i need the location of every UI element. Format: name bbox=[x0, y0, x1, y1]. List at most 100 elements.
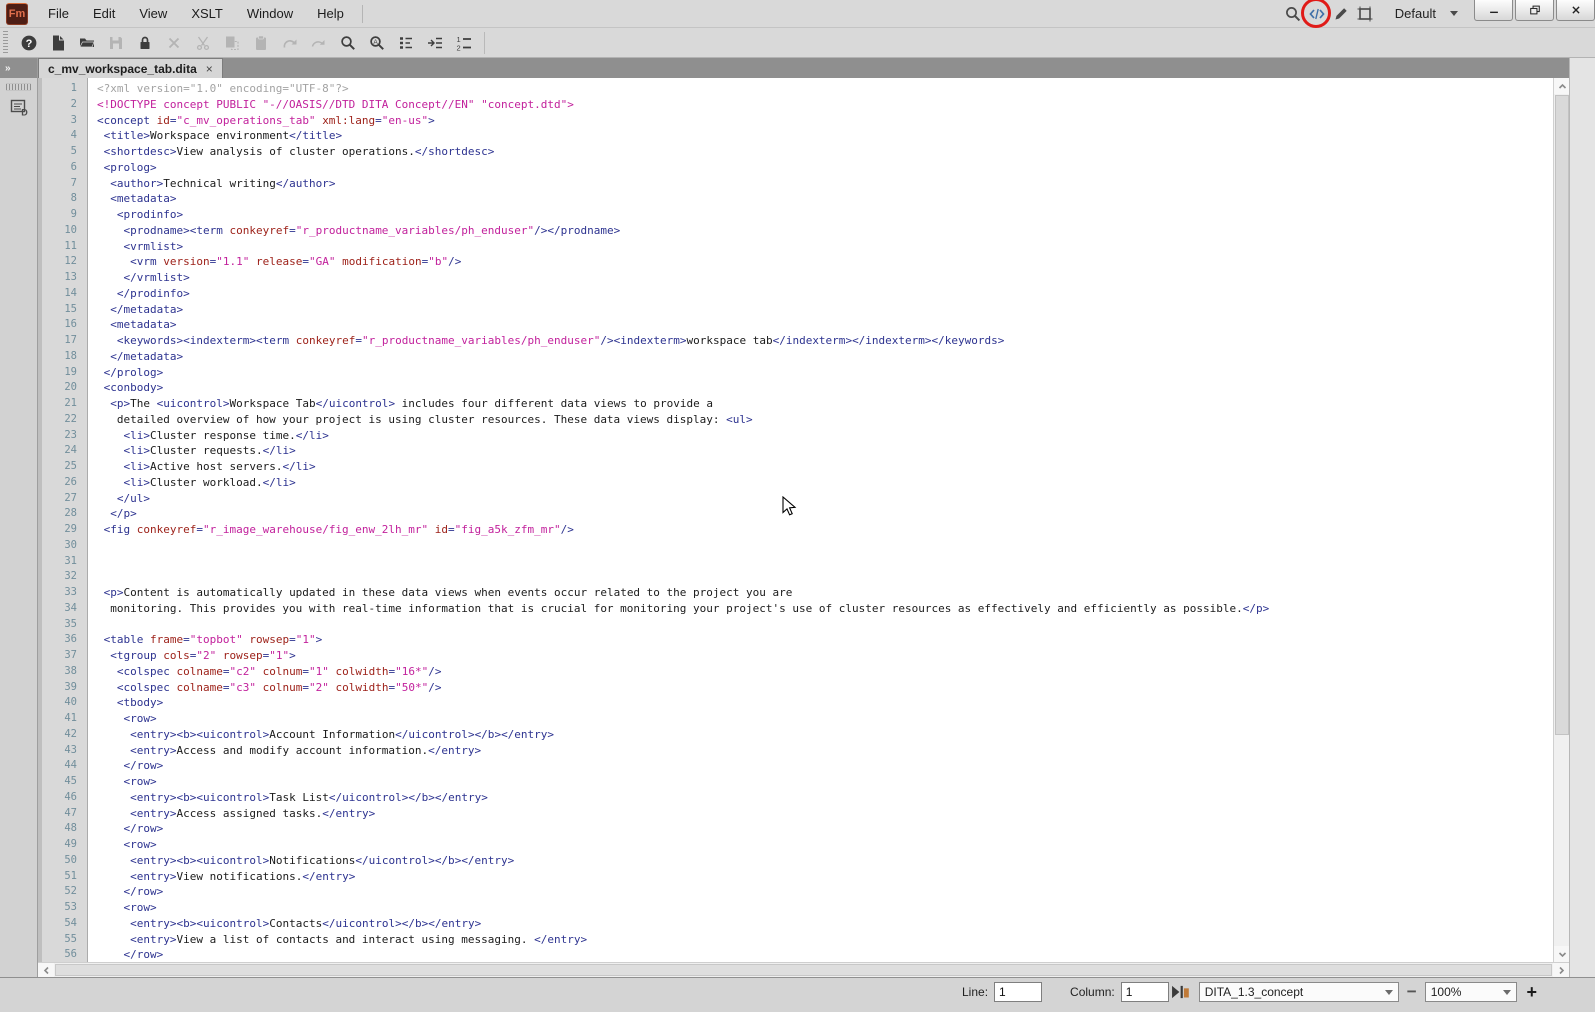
close-button[interactable] bbox=[1556, 0, 1595, 21]
column-number-input[interactable] bbox=[1120, 982, 1169, 1002]
code-line-38[interactable]: 38 <colspec colname="c2" colnum="1" colw… bbox=[38, 664, 1569, 680]
code-line-27[interactable]: 27 </ul> bbox=[38, 491, 1569, 507]
code-line-5[interactable]: 5 <shortdesc>View analysis of cluster op… bbox=[38, 144, 1569, 160]
code-line-55[interactable]: 55 <entry>View a list of contacts and in… bbox=[38, 932, 1569, 948]
code-line-28[interactable]: 28 </p> bbox=[38, 506, 1569, 522]
panel-grip[interactable] bbox=[6, 83, 31, 91]
code-line-32[interactable]: 32 bbox=[38, 569, 1569, 585]
help-button[interactable]: ? bbox=[14, 30, 43, 56]
xml-code-editor[interactable]: 1 <?xml version="1.0" encoding="UTF-8"?> 2… bbox=[38, 78, 1569, 962]
code-line-37[interactable]: 37 <tgroup cols="2" rowsep="1"> bbox=[38, 648, 1569, 664]
format-pen-icon[interactable] bbox=[1329, 2, 1353, 26]
code-line-20[interactable]: 20 <conbody> bbox=[38, 380, 1569, 396]
code-line-33[interactable]: 33 <p>Content is automatically updated i… bbox=[38, 585, 1569, 601]
element-catalog-button[interactable] bbox=[391, 30, 420, 56]
tab-close-icon[interactable]: × bbox=[206, 63, 213, 75]
framemaker-logo[interactable]: Fm bbox=[6, 2, 28, 25]
code-line-40[interactable]: 40 <tbody> bbox=[38, 695, 1569, 711]
code-line-51[interactable]: 51 <entry>View notifications.</entry> bbox=[38, 869, 1569, 885]
restore-button[interactable] bbox=[1515, 0, 1554, 21]
zoom-level-selector[interactable]: 100% bbox=[1424, 982, 1517, 1002]
code-line-9[interactable]: 9 <prodinfo> bbox=[38, 207, 1569, 223]
vertical-scrollbar[interactable] bbox=[1553, 78, 1569, 962]
smart-insert-button[interactable] bbox=[420, 30, 449, 56]
go-to-line-icon[interactable] bbox=[1169, 982, 1191, 1002]
code-line-42[interactable]: 42 <entry><b><uicontrol>Account Informat… bbox=[38, 727, 1569, 743]
find-change-button[interactable]: A bbox=[362, 30, 391, 56]
code-line-15[interactable]: 15 </metadata> bbox=[38, 302, 1569, 318]
code-line-52[interactable]: 52 </row> bbox=[38, 884, 1569, 900]
code-line-56[interactable]: 56 </row> bbox=[38, 947, 1569, 962]
zoom-in-button[interactable]: + bbox=[1517, 982, 1547, 1002]
code-line-24[interactable]: 24 <li>Cluster requests.</li> bbox=[38, 443, 1569, 459]
code-line-39[interactable]: 39 <colspec colname="c3" colnum="2" colw… bbox=[38, 680, 1569, 696]
code-line-47[interactable]: 47 <entry>Access assigned tasks.</entry> bbox=[38, 806, 1569, 822]
search-icon[interactable] bbox=[1281, 2, 1305, 26]
menu-xslt[interactable]: XSLT bbox=[179, 0, 235, 27]
zoom-out-button[interactable]: − bbox=[1399, 982, 1425, 1002]
scroll-up-arrow[interactable] bbox=[1554, 78, 1569, 94]
code-line-2[interactable]: 2 <!DOCTYPE concept PUBLIC "-//OASIS//DTD… bbox=[38, 97, 1569, 113]
menu-file[interactable]: File bbox=[36, 0, 81, 27]
code-line-29[interactable]: 29 <fig conkeyref="r_image_warehouse/fig… bbox=[38, 522, 1569, 538]
code-line-3[interactable]: 3 <concept id="c_mv_operations_tab" xml:l… bbox=[38, 113, 1569, 129]
toolbar-grip[interactable] bbox=[3, 30, 8, 55]
numbered-list-button[interactable]: 12 bbox=[449, 30, 478, 56]
code-line-34[interactable]: 34 monitoring. This provides you with re… bbox=[38, 601, 1569, 617]
code-line-36[interactable]: 36 <table frame="topbot" rowsep="1"> bbox=[38, 632, 1569, 648]
menu-view[interactable]: View bbox=[127, 0, 179, 27]
document-outline-panel-icon[interactable]: D bbox=[6, 95, 32, 119]
code-line-11[interactable]: 11 <vrmlist> bbox=[38, 239, 1569, 255]
open-button[interactable] bbox=[72, 30, 101, 56]
line-number-input[interactable] bbox=[994, 982, 1043, 1002]
menu-edit[interactable]: Edit bbox=[81, 0, 127, 27]
code-line-16[interactable]: 16 <metadata> bbox=[38, 317, 1569, 333]
code-line-43[interactable]: 43 <entry>Access and modify account info… bbox=[38, 743, 1569, 759]
menu-window[interactable]: Window bbox=[235, 0, 305, 27]
code-line-21[interactable]: 21 <p>The <uicontrol>Workspace Tab</uico… bbox=[38, 396, 1569, 412]
code-view-icon[interactable] bbox=[1300, 0, 1331, 28]
code-line-49[interactable]: 49 <row> bbox=[38, 837, 1569, 853]
code-line-31[interactable]: 31 bbox=[38, 554, 1569, 570]
code-line-17[interactable]: 17 <keywords><indexterm><term conkeyref=… bbox=[38, 333, 1569, 349]
horizontal-scrollbar[interactable] bbox=[38, 962, 1569, 977]
tab-c_mv_workspace_tab[interactable]: c_mv_workspace_tab.dita × bbox=[38, 58, 223, 78]
workspace-selector[interactable]: Default bbox=[1395, 6, 1458, 21]
code-line-48[interactable]: 48 </row> bbox=[38, 821, 1569, 837]
lock-button[interactable] bbox=[130, 30, 159, 56]
code-line-12[interactable]: 12 <vrm version="1.1" release="GA" modif… bbox=[38, 254, 1569, 270]
code-line-25[interactable]: 25 <li>Active host servers.</li> bbox=[38, 459, 1569, 475]
find-button[interactable] bbox=[333, 30, 362, 56]
horizontal-scrollbar-thumb[interactable] bbox=[55, 964, 1552, 976]
code-line-4[interactable]: 4 <title>Workspace environment</title> bbox=[38, 128, 1569, 144]
text-frame-icon[interactable] bbox=[1353, 2, 1377, 26]
code-line-8[interactable]: 8 <metadata> bbox=[38, 191, 1569, 207]
code-line-1[interactable]: 1 <?xml version="1.0" encoding="UTF-8"?> bbox=[38, 81, 1569, 97]
code-line-50[interactable]: 50 <entry><b><uicontrol>Notifications</u… bbox=[38, 853, 1569, 869]
code-line-46[interactable]: 46 <entry><b><uicontrol>Task List</uicon… bbox=[38, 790, 1569, 806]
code-line-45[interactable]: 45 <row> bbox=[38, 774, 1569, 790]
code-line-30[interactable]: 30 bbox=[38, 538, 1569, 554]
code-line-10[interactable]: 10 <prodname><term conkeyref="r_productn… bbox=[38, 223, 1569, 239]
code-line-14[interactable]: 14 </prodinfo> bbox=[38, 286, 1569, 302]
scroll-down-arrow[interactable] bbox=[1554, 946, 1569, 962]
code-line-44[interactable]: 44 </row> bbox=[38, 758, 1569, 774]
doctype-selector[interactable]: DITA_1.3_concept bbox=[1198, 982, 1399, 1002]
code-line-6[interactable]: 6 <prolog> bbox=[38, 160, 1569, 176]
vertical-scrollbar-thumb[interactable] bbox=[1555, 95, 1569, 735]
scroll-left-arrow[interactable] bbox=[38, 963, 54, 977]
code-line-22[interactable]: 22 detailed overview of how your project… bbox=[38, 412, 1569, 428]
scroll-right-arrow[interactable] bbox=[1553, 963, 1569, 977]
minimize-button[interactable] bbox=[1474, 0, 1513, 21]
code-line-26[interactable]: 26 <li>Cluster workload.</li> bbox=[38, 475, 1569, 491]
panel-expand-button[interactable]: » bbox=[0, 58, 37, 78]
code-line-18[interactable]: 18 </metadata> bbox=[38, 349, 1569, 365]
menu-help[interactable]: Help bbox=[305, 0, 356, 27]
code-line-7[interactable]: 7 <author>Technical writing</author> bbox=[38, 176, 1569, 192]
new-document-button[interactable] bbox=[43, 30, 72, 56]
code-line-23[interactable]: 23 <li>Cluster response time.</li> bbox=[38, 428, 1569, 444]
code-line-19[interactable]: 19 </prolog> bbox=[38, 365, 1569, 381]
code-line-53[interactable]: 53 <row> bbox=[38, 900, 1569, 916]
code-line-54[interactable]: 54 <entry><b><uicontrol>Contacts</uicont… bbox=[38, 916, 1569, 932]
code-line-13[interactable]: 13 </vrmlist> bbox=[38, 270, 1569, 286]
